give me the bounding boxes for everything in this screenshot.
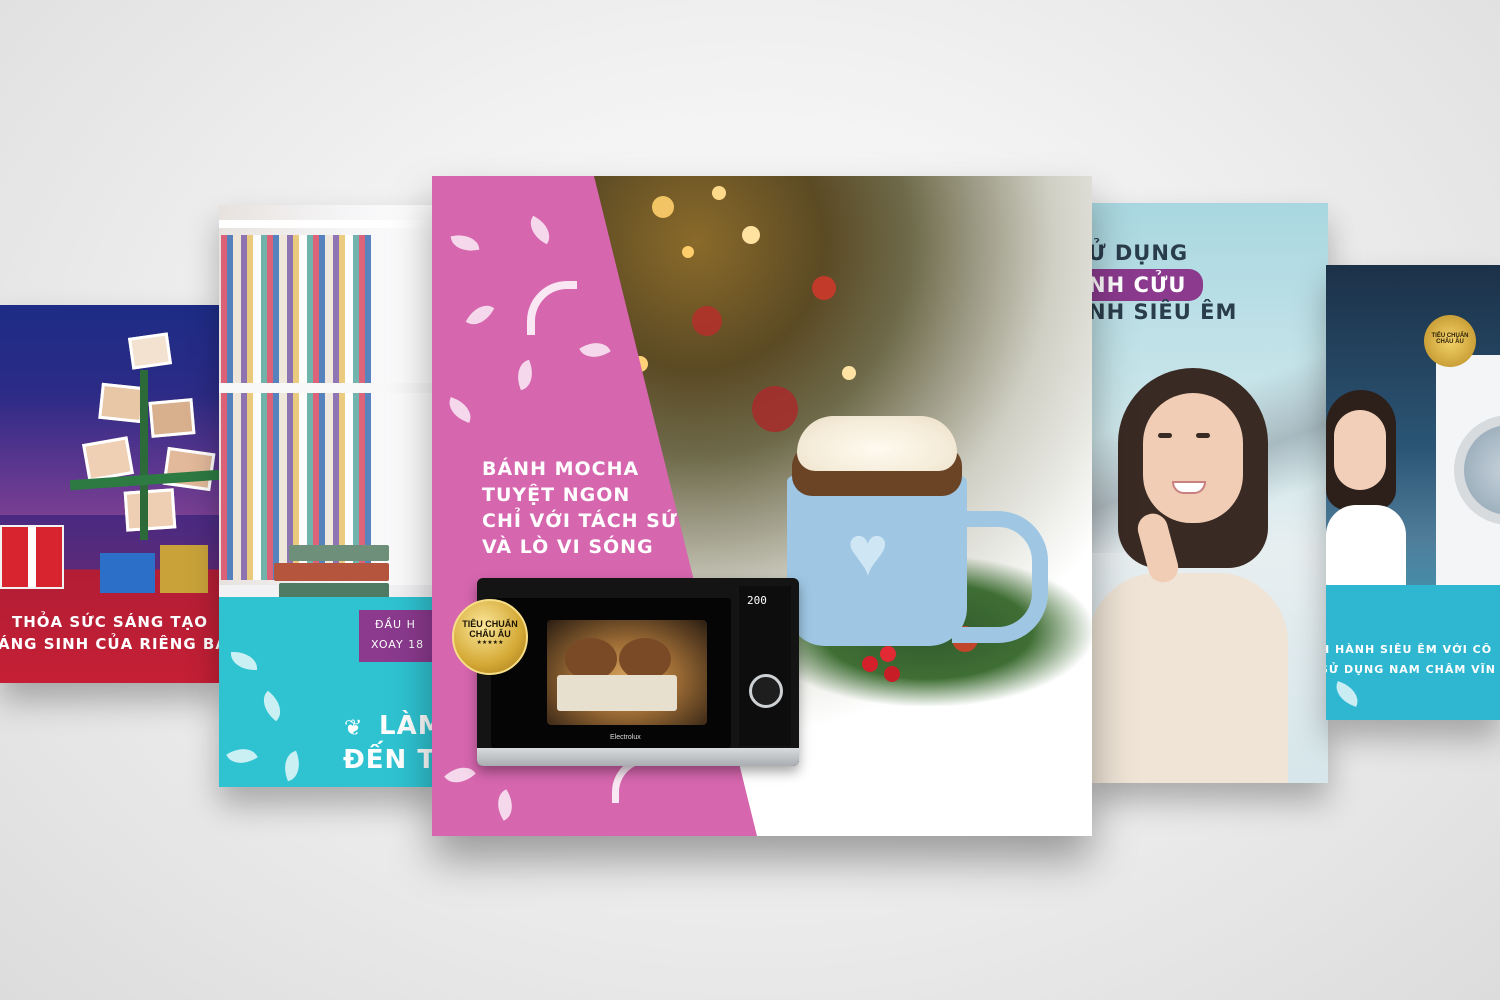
- gift-box-image: [100, 553, 155, 593]
- caption-line2: SỬ DỤNG NAM CHÂM VĨN: [1326, 663, 1496, 676]
- banner-caption-line2: ÁNG SINH CỦA RIÊNG BẠN: [0, 635, 225, 653]
- microwave-oven-image: 200 Electrolux: [477, 578, 799, 766]
- headline-highlight-tag: NH CỬU: [1088, 269, 1203, 301]
- microwave-control-panel: 200: [739, 586, 791, 746]
- banner-caption-line1: THỎA SỨC SÁNG TẠO: [12, 613, 209, 631]
- microwave-display: 200: [747, 594, 767, 607]
- bookshelf-image: [219, 205, 441, 585]
- banner-card-woman-thinking[interactable]: Ử DỤNG NH CỬU NH SIÊU ÊM: [1088, 203, 1328, 783]
- headline-line2: NH CỬU: [1088, 273, 1187, 297]
- banner-card-mocha-microwave[interactable]: ♥ BÁNH MOCHA TUYỆT NGON CHỈ VỚI TÁCH SỨ …: [432, 176, 1092, 836]
- feature-tag: ĐẦU H XOAY 18: [359, 610, 441, 662]
- badge-stars: ★★★★★: [476, 640, 504, 646]
- photo-tree-image: [69, 315, 221, 575]
- microwave-door-bar: [477, 748, 799, 766]
- headline-line1: Ử DỤNG: [1088, 241, 1189, 265]
- headline-line1: BÁNH MOCHA: [482, 458, 640, 480]
- headline-line3: NH SIÊU ÊM: [1088, 300, 1238, 324]
- microwave-window: [547, 620, 707, 725]
- banner-card-washing-machine[interactable]: TIÊU CHUẨN CHÂU ÂU H HÀNH SIÊU ÊM VỚI CÔ…: [1326, 265, 1500, 720]
- microwave-dial-icon: [749, 674, 783, 708]
- woman-photo: [1088, 363, 1328, 783]
- caption-line1: H HÀNH SIÊU ÊM VỚI CÔ: [1326, 643, 1493, 656]
- feature-tag-line1: ĐẦU H: [375, 618, 416, 631]
- badge-line2: CHÂU ÂU: [469, 629, 511, 639]
- headline-line4: VÀ LÒ VI SÓNG: [482, 536, 654, 558]
- leaf-icon: ❦: [344, 715, 363, 740]
- headline-line3: CHỈ VỚI TÁCH SỨ: [482, 510, 678, 532]
- gift-box-image: [160, 545, 208, 593]
- badge-line1: TIÊU CHUẨN: [462, 619, 518, 629]
- woman-photo: [1326, 385, 1416, 585]
- feature-tag-line2: XOAY 18: [371, 638, 425, 651]
- gift-box-image: [0, 525, 64, 589]
- banner-card-bookshelf[interactable]: ĐẦU H XOAY 18 ❦ LÀM ĐẾN TỪ: [219, 205, 441, 787]
- washing-machine-image: [1436, 355, 1500, 595]
- headline-line2: TUYỆT NGON: [482, 484, 631, 506]
- europe-standard-badge: TIÊU CHUẨN CHÂU ÂU ★★★★★: [452, 599, 528, 675]
- banner-card-christmas-collage[interactable]: THỎA SỨC SÁNG TẠO ÁNG SINH CỦA RIÊNG BẠN: [0, 305, 225, 683]
- europe-standard-badge: TIÊU CHUẨN CHÂU ÂU: [1424, 315, 1476, 367]
- microwave-brand: Electrolux: [610, 734, 641, 741]
- headline-line2: ĐẾN TỪ: [343, 745, 441, 775]
